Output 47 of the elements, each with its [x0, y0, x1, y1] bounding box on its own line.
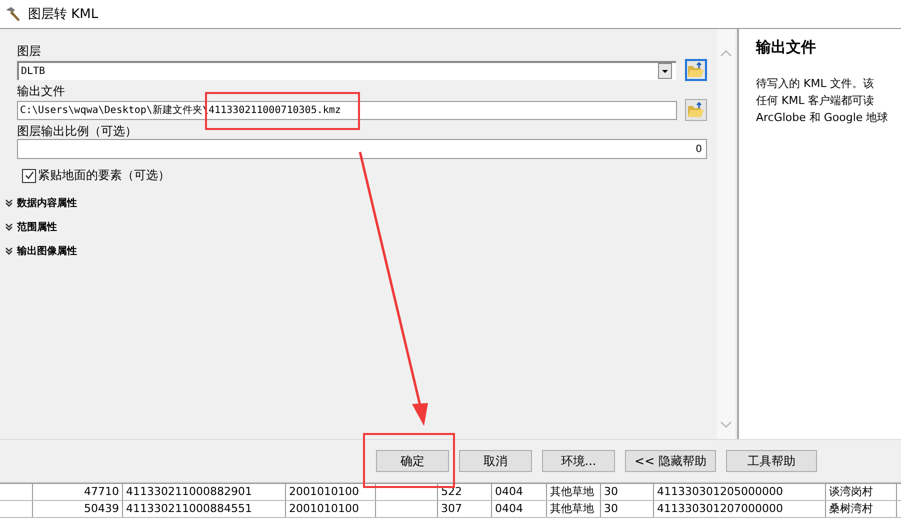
browse-folder-button[interactable] — [685, 99, 707, 121]
folder-icon — [687, 102, 705, 118]
dialog-button[interactable]: 取消 — [459, 450, 532, 472]
table-cell: 0404 — [492, 484, 547, 500]
dialog-button[interactable]: 工具帮助 — [726, 450, 817, 472]
table-cell: 411330301205000000 — [654, 484, 826, 500]
table-cell: 其他草地 — [547, 501, 601, 517]
checkbox-label: 紧贴地面的要素（可选） — [38, 167, 170, 184]
table-cell: 桑树湾村 — [826, 501, 897, 517]
table-cell: 50439 — [33, 501, 123, 517]
table-cell: 411330211000882901 — [123, 484, 286, 500]
table-cell: 0404 — [492, 501, 547, 517]
table-cell: 30 — [601, 484, 654, 500]
section-header[interactable]: 输出图像属性 — [17, 244, 77, 258]
table-cell: 2001010100 — [286, 484, 376, 500]
checkbox[interactable] — [22, 168, 36, 182]
dialog-button[interactable]: << 隐藏帮助 — [625, 450, 716, 472]
field-label: 输出文件 — [17, 83, 66, 99]
dialog-button[interactable]: 环境... — [542, 450, 615, 472]
section-header[interactable]: 范围属性 — [17, 220, 57, 234]
expand-chevron-icon[interactable] — [5, 199, 13, 207]
field-label: 图层 — [17, 43, 42, 59]
expand-chevron-icon[interactable] — [5, 247, 13, 255]
table-cell: 谈湾岗村 — [826, 484, 897, 500]
window-title: 图层转 KML — [28, 6, 98, 23]
dropdown-value: DLTB — [21, 66, 46, 76]
table-cell: 30 — [601, 501, 654, 517]
scale-field[interactable]: 0 — [17, 139, 707, 159]
section-header[interactable]: 数据内容属性 — [17, 196, 77, 210]
table-cell: 411330211000884551 — [123, 501, 286, 517]
expand-chevron-icon[interactable] — [5, 223, 13, 231]
folder-icon — [687, 62, 705, 78]
dialog-button[interactable]: 确定 — [376, 450, 449, 472]
layer-dropdown[interactable]: DLTB — [17, 60, 676, 80]
table-cell: 307 — [438, 501, 492, 517]
table-cell: 47710 — [33, 484, 123, 500]
table-cell: 411330301207000000 — [654, 501, 826, 517]
field-value: 0 — [696, 144, 702, 154]
table-cell: 2001010100 — [286, 501, 376, 517]
help-text: ArcGlobe 和 Google 地球 — [756, 110, 890, 126]
browse-folder-button[interactable] — [685, 59, 707, 81]
help-text: 任何 KML 客户端都可读 — [756, 93, 875, 109]
help-title: 输出文件 — [756, 38, 817, 57]
help-text: 待写入的 KML 文件。该 — [756, 76, 875, 92]
hammer-icon — [4, 5, 22, 23]
table-cell: 其他草地 — [547, 484, 601, 500]
field-label: 图层输出比例（可选） — [17, 123, 138, 139]
